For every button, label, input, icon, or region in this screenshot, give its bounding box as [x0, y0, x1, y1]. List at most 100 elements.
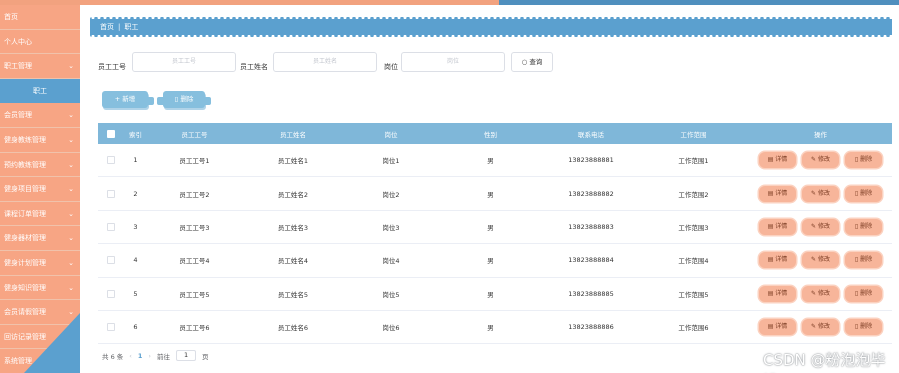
header-staff-name: 员工姓名: [280, 130, 306, 139]
detail-button[interactable]: ▤ 详情: [759, 185, 796, 202]
page-number-current[interactable]: 1: [138, 352, 143, 360]
sidebar-item-label: 会员管理: [4, 111, 32, 120]
header-position: 岗位: [384, 130, 398, 139]
table-row: 3 员工工号3 员工姓名3 岗位3 男 13823888883 工作范围3 ▤ 详情 ✎ 修改 ▯…: [98, 211, 892, 245]
edit-button[interactable]: ✎ 修改: [802, 285, 839, 302]
sidebar-item[interactable]: 健身知识管理 ⌄: [0, 276, 80, 301]
edit-button[interactable]: ✎ 修改: [802, 319, 839, 336]
edit-button[interactable]: ✎ 修改: [802, 218, 839, 235]
delete-button[interactable]: ▯ 删除: [845, 218, 882, 235]
sidebar-item-label: 健身项目管理: [4, 185, 46, 194]
cell-work-scope: 工作范围5: [678, 290, 709, 299]
delete-button[interactable]: ▯ 删除: [845, 252, 882, 269]
goto-page-input[interactable]: 1: [176, 350, 197, 361]
sidebar-item[interactable]: 职工: [0, 78, 80, 104]
delete-button[interactable]: ▯ 删除: [845, 185, 882, 202]
delete-button-label: 删除: [860, 256, 873, 264]
sidebar-item-label: 职工: [33, 86, 47, 95]
select-all-checkbox[interactable]: [106, 129, 115, 138]
sidebar-item[interactable]: 会员管理 ⌄: [0, 103, 80, 128]
batch-delete-label: 删除: [180, 95, 194, 103]
edit-button[interactable]: ✎ 修改: [802, 152, 839, 169]
staff-name-input[interactable]: 员工姓名: [273, 52, 377, 72]
row-checkbox[interactable]: [106, 156, 115, 165]
row-checkbox[interactable]: [106, 323, 115, 332]
cell-staff-no: 员工工号2: [179, 190, 210, 199]
cell-staff-no: 员工工号4: [179, 257, 210, 266]
row-checkbox[interactable]: [106, 289, 115, 298]
edit-button[interactable]: ✎ 修改: [802, 185, 839, 202]
delete-button[interactable]: ▯ 删除: [845, 285, 882, 302]
cell-work-scope: 工作范围1: [678, 157, 709, 166]
chevron-down-icon: ⌄: [68, 135, 74, 144]
detail-button[interactable]: ▤ 详情: [759, 285, 796, 302]
cell-gender: 男: [487, 324, 494, 333]
chevron-down-icon: ⌄: [68, 209, 74, 218]
sidebar-item[interactable]: 健身计划管理 ⌄: [0, 251, 80, 276]
row-checkbox[interactable]: [106, 222, 115, 231]
breadcrumb: 首页 | 职工: [90, 16, 892, 38]
prev-page-button[interactable]: ‹: [129, 352, 132, 360]
cell-gender: 男: [487, 257, 494, 266]
staff-no-input[interactable]: 员工工号: [132, 52, 236, 72]
row-checkbox[interactable]: [106, 189, 115, 198]
delete-button[interactable]: ▯ 删除: [845, 152, 882, 169]
pencil-icon: ✎: [811, 256, 818, 264]
sidebar-item[interactable]: 个人中心: [0, 30, 80, 55]
edit-button-label: 修改: [817, 156, 830, 164]
query-button[interactable]: ○ 查询: [511, 52, 553, 72]
detail-button[interactable]: ▤ 详情: [759, 252, 796, 269]
detail-button[interactable]: ▤ 详情: [759, 218, 796, 235]
next-page-button[interactable]: ›: [148, 352, 151, 360]
sidebar-item[interactable]: 预约教练管理 ⌄: [0, 153, 80, 178]
table-body: 1 员工工号1 员工姓名1 岗位1 男 13823888881 工作范围1 ▤ 详情 ✎ 修改 ▯…: [98, 144, 892, 345]
cell-gender: 男: [487, 157, 494, 166]
table-header: 索引 员工工号 员工姓名 岗位 性别 联系电话 工作范围 操作: [98, 123, 892, 144]
sidebar-decoration: [24, 313, 80, 373]
sidebar-item[interactable]: 健身器材管理 ⌄: [0, 226, 80, 251]
cell-position: 岗位1: [382, 157, 400, 166]
cell-staff-name: 员工姓名1: [277, 157, 309, 166]
sidebar-item[interactable]: 职工管理 ⌄: [0, 54, 80, 79]
edit-button[interactable]: ✎ 修改: [802, 252, 839, 269]
sidebar-item[interactable]: 健身教练管理 ⌄: [0, 128, 80, 153]
detail-button-label: 详情: [775, 156, 788, 164]
cell-work-scope: 工作范围4: [678, 257, 709, 266]
chevron-down-icon: ⌄: [68, 283, 74, 292]
cell-index: 6: [133, 323, 138, 332]
breadcrumb-home[interactable]: 首页: [100, 23, 114, 31]
chevron-down-icon: ⌄: [68, 111, 74, 120]
sidebar-item-label: 课程订单管理: [4, 209, 46, 218]
detail-button-label: 详情: [775, 189, 788, 197]
pencil-icon: ✎: [811, 289, 818, 297]
row-checkbox-cell: [98, 256, 123, 265]
sidebar-item[interactable]: 健身项目管理 ⌄: [0, 177, 80, 202]
cell-staff-no: 员工工号3: [179, 223, 210, 232]
chevron-down-icon: ⌄: [68, 185, 74, 194]
row-checkbox[interactable]: [106, 256, 115, 265]
detail-button[interactable]: ▤ 详情: [759, 319, 796, 336]
cell-gender: 男: [487, 223, 494, 232]
add-button[interactable]: + 新增: [102, 91, 154, 108]
delete-button-label: 删除: [860, 156, 873, 164]
header-work-scope: 工作范围: [680, 130, 707, 139]
breadcrumb-current: 职工: [124, 23, 139, 31]
detail-button[interactable]: ▤ 详情: [759, 152, 796, 169]
row-operations: ▤ 详情 ✎ 修改 ▯ 删除: [749, 319, 892, 336]
position-label: 岗位: [384, 63, 398, 71]
sidebar-item-label: 预约教练管理: [4, 160, 46, 169]
edit-button-label: 修改: [817, 189, 830, 197]
chevron-down-icon: ⌄: [68, 62, 74, 71]
sidebar-item[interactable]: 首页: [0, 5, 80, 30]
sidebar-item[interactable]: 课程订单管理 ⌄: [0, 202, 80, 227]
sidebar-item-label: 健身器材管理: [4, 234, 46, 243]
detail-button-label: 详情: [775, 323, 788, 331]
cell-work-scope: 工作范围6: [678, 324, 709, 333]
query-button-label: 查询: [529, 58, 543, 66]
delete-button[interactable]: ▯ 删除: [845, 319, 882, 336]
batch-delete-button[interactable]: ▯ 删除: [157, 91, 211, 108]
position-input[interactable]: 岗位: [401, 52, 505, 72]
cell-position: 岗位6: [382, 324, 400, 333]
row-operations: ▤ 详情 ✎ 修改 ▯ 删除: [749, 252, 892, 269]
cell-gender: 男: [487, 290, 494, 299]
